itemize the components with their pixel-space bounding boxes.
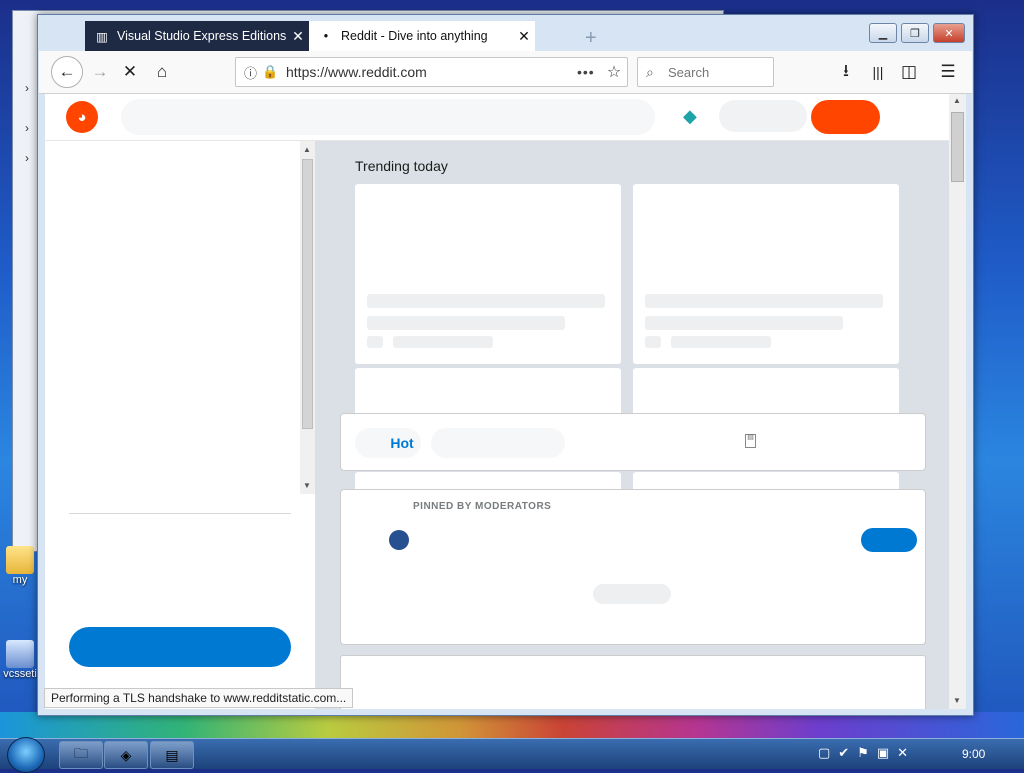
skeleton-line [645, 316, 843, 330]
close-window-button[interactable]: ✕ [933, 23, 965, 43]
divider [69, 513, 291, 514]
search-icon: ⌕ [646, 63, 654, 80]
sort-hot-label: Hot [390, 435, 414, 451]
skeleton-line [645, 294, 883, 308]
maximize-button[interactable]: ❐ [901, 23, 929, 43]
page-content: ◕ ◆ ▲ ▼ Trending today Hot ▤ PINNED BY M… [45, 94, 966, 709]
loading-placeholder [593, 584, 671, 604]
skeleton-line [367, 336, 383, 348]
flag-tray-icon[interactable]: ⚑ [857, 745, 869, 761]
create-account-button[interactable] [69, 627, 291, 667]
desktop-icon-setup[interactable]: vcsseti [2, 640, 38, 686]
skeleton-line [393, 336, 493, 348]
minimize-button[interactable]: ▁ [869, 23, 897, 43]
tree-expander-icon[interactable]: › [25, 151, 29, 165]
taskbar-clock[interactable]: 9:00 [962, 747, 985, 761]
lock-icon[interactable]: 🔒 [262, 64, 278, 80]
installer-icon [6, 640, 34, 668]
view-layout-icon[interactable]: ▤ [745, 434, 756, 448]
scroll-down-arrow-icon[interactable]: ▼ [303, 481, 311, 490]
main-feed: Trending today Hot ▤ PINNED BY MODERATOR… [315, 141, 949, 709]
close-tab-icon[interactable]: ✕ [513, 28, 535, 45]
sort-hot-button[interactable]: Hot [355, 428, 421, 458]
volume-muted-icon[interactable]: ✕ [897, 745, 908, 761]
reddit-logo-icon[interactable]: ◕ [66, 101, 98, 133]
search-box[interactable]: ⌕ [637, 57, 774, 87]
tab-title: Visual Studio Express Editions 2 [117, 29, 287, 43]
trending-card[interactable] [355, 368, 621, 418]
browser-window: ▥ Visual Studio Express Editions 2 ✕ • R… [37, 14, 974, 716]
skeleton-line [671, 336, 771, 348]
tab-title: Reddit - Dive into anything [341, 29, 488, 43]
snoo-icon[interactable]: ◆ [683, 106, 697, 127]
join-button[interactable] [861, 528, 917, 552]
reddit-search-placeholder[interactable] [121, 99, 655, 135]
skeleton-line [367, 316, 565, 330]
taskbar: 🗀 ◈ ▤ ▢ ✔ ⚑ ▣ ✕ 9:00 [0, 737, 1024, 773]
network-tray-icon[interactable]: ▣ [877, 745, 889, 761]
desktop-icon-folder[interactable]: my [2, 546, 38, 592]
app-taskbar-icon[interactable]: ◈ [104, 741, 148, 769]
scrollbar-thumb[interactable] [951, 112, 964, 182]
tree-expander-icon[interactable]: › [25, 121, 29, 135]
archive-taskbar-icon[interactable]: ▤ [150, 741, 194, 769]
scroll-up-arrow-icon[interactable]: ▲ [303, 145, 311, 154]
dot-icon: • [323, 29, 329, 43]
skeleton-line [645, 336, 661, 348]
signup-button[interactable] [811, 100, 880, 134]
post-card[interactable] [340, 655, 926, 709]
community-avatar[interactable] [389, 530, 409, 550]
reddit-header: ◕ ◆ [45, 94, 949, 141]
document-tray-icon[interactable]: ▢ [818, 745, 830, 761]
status-text: Performing a TLS handshake to www.reddit… [51, 691, 347, 705]
info-icon[interactable]: ⓘ [244, 63, 262, 82]
pinned-label: PINNED BY MODERATORS [413, 501, 552, 512]
scroll-down-arrow-icon[interactable]: ▼ [953, 696, 961, 705]
columns-icon: ▥ [96, 29, 108, 44]
tab-reddit[interactable]: • Reddit - Dive into anything ✕ [309, 21, 535, 51]
home-button[interactable]: ⌂ [149, 59, 175, 85]
security-tray-icon[interactable]: ✔ [838, 745, 849, 761]
library-icon[interactable]: ||| [865, 59, 891, 85]
skeleton-line [367, 294, 605, 308]
sort-bar: Hot ▤ [340, 413, 926, 471]
left-sidebar [45, 141, 303, 709]
trending-card[interactable] [355, 184, 621, 364]
system-tray: ▢ ✔ ⚑ ▣ ✕ [818, 745, 908, 761]
downloads-icon[interactable]: ⭳ [833, 59, 859, 85]
menu-icon[interactable]: ☰ [935, 59, 961, 85]
stop-button[interactable]: ✕ [117, 59, 143, 85]
sidebar-scrollbar[interactable]: ▲ ▼ [300, 141, 315, 494]
status-bar: Performing a TLS handshake to www.reddit… [44, 688, 354, 708]
scroll-up-arrow-icon[interactable]: ▲ [953, 96, 961, 105]
address-bar[interactable]: ⓘ 🔒 https://www.reddit.com ••• ☆ [235, 57, 628, 87]
desktop-icon-label: my [12, 574, 28, 586]
new-tab-button[interactable]: + [585, 27, 597, 50]
sidebar-icon[interactable]: ◫ [896, 59, 922, 85]
tree-expander-icon[interactable]: › [25, 81, 29, 95]
desktop-icon-label: vcsseti [3, 668, 37, 680]
forward-button[interactable]: → [87, 59, 113, 85]
trending-card[interactable] [633, 184, 899, 364]
tab-visual-studio[interactable]: ▥ Visual Studio Express Editions 2 ✕ [85, 21, 309, 51]
url-text[interactable]: https://www.reddit.com [286, 64, 577, 80]
folder-icon [6, 546, 34, 574]
login-button-placeholder[interactable] [719, 100, 807, 132]
scrollbar-thumb[interactable] [302, 159, 313, 429]
sort-option-placeholder[interactable] [431, 428, 565, 458]
pinned-posts-section: PINNED BY MODERATORS [340, 489, 926, 645]
explorer-taskbar-icon[interactable]: 🗀 [59, 741, 103, 769]
page-actions-icon[interactable]: ••• [577, 64, 601, 80]
page-scrollbar[interactable]: ▲ ▼ [949, 94, 966, 709]
close-tab-icon[interactable]: ✕ [287, 28, 309, 45]
bookmark-star-icon[interactable]: ☆ [601, 62, 627, 82]
trending-title: Trending today [355, 158, 448, 174]
trending-card[interactable] [633, 368, 899, 418]
search-input[interactable] [666, 63, 770, 81]
back-button[interactable]: ← [51, 56, 83, 88]
navigation-toolbar: ← → ✕ ⌂ ⓘ 🔒 https://www.reddit.com ••• ☆… [39, 51, 972, 94]
